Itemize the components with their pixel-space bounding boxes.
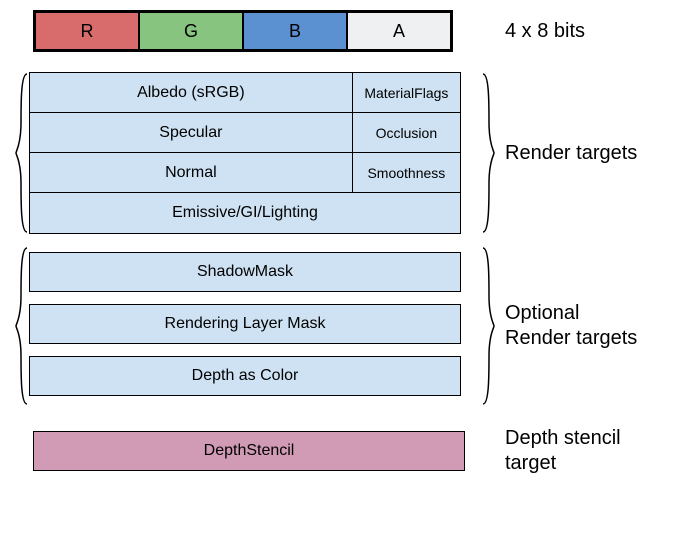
header-label: 4 x 8 bits [495, 19, 675, 44]
depth-stencil-diagram: DepthStencil [15, 431, 495, 471]
render-targets-diagram: Albedo (sRGB) MaterialFlags Specular Occ… [15, 72, 495, 234]
optional-targets-diagram: ShadowMask Rendering Layer Mask Depth as… [15, 246, 495, 406]
rt-normal: Normal [30, 153, 352, 192]
rt-materialflags: MaterialFlags [352, 73, 460, 112]
rt-albedo: Albedo (sRGB) [30, 73, 352, 112]
header-row: R G B A 4 x 8 bits [15, 10, 675, 52]
rt-row-1: Specular Occlusion [30, 113, 460, 153]
rt-specular: Specular [30, 113, 352, 152]
channel-a: A [348, 13, 450, 49]
depth-stencil-label: Depth stencil target [495, 426, 675, 476]
brace-left-icon [15, 72, 29, 234]
render-targets-label: Render targets [495, 141, 675, 166]
channel-b: B [244, 13, 348, 49]
rt-smoothness: Smoothness [352, 153, 460, 192]
rt-row-3: Emissive/GI/Lighting [30, 193, 460, 233]
brace-left-icon [15, 246, 29, 406]
brace-right-icon [481, 246, 495, 406]
rt-emissive: Emissive/GI/Lighting [30, 193, 460, 233]
depth-stencil-box: DepthStencil [33, 431, 465, 471]
depth-stencil-row: DepthStencil Depth stencil target [15, 426, 675, 476]
brace-right-icon [481, 72, 495, 234]
rt-occlusion: Occlusion [352, 113, 460, 152]
opt-shadowmask: ShadowMask [29, 252, 461, 292]
channel-box: R G B A [33, 10, 453, 52]
rt-row-0: Albedo (sRGB) MaterialFlags [30, 73, 460, 113]
channel-header: R G B A [15, 10, 495, 52]
optional-targets-label: Optional Render targets [495, 301, 675, 351]
render-targets-table: Albedo (sRGB) MaterialFlags Specular Occ… [29, 72, 461, 234]
rt-row-2: Normal Smoothness [30, 153, 460, 193]
opt-rendering-layer-mask: Rendering Layer Mask [29, 304, 461, 344]
channel-r: R [36, 13, 140, 49]
opt-depth-as-color: Depth as Color [29, 356, 461, 396]
render-targets-row: Albedo (sRGB) MaterialFlags Specular Occ… [15, 72, 675, 234]
optional-targets-row: ShadowMask Rendering Layer Mask Depth as… [15, 246, 675, 406]
channel-g: G [140, 13, 244, 49]
